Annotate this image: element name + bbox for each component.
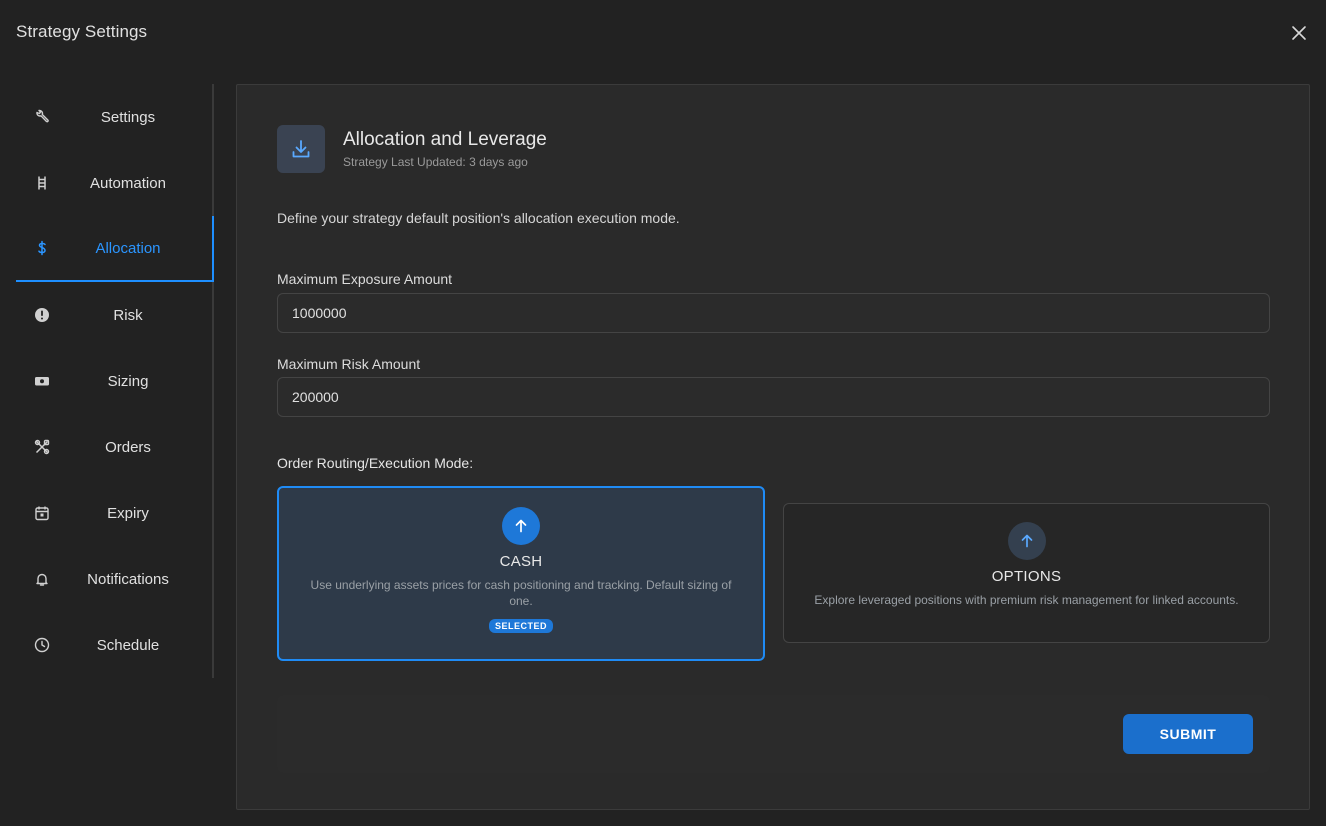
close-button[interactable]: [1288, 22, 1310, 44]
page-title: Allocation and Leverage: [343, 129, 547, 150]
options-mode-description: Explore leveraged positions with premium…: [814, 593, 1239, 607]
page-description: Define your strategy default position's …: [277, 210, 680, 226]
sidebar-item-orders[interactable]: Orders: [16, 414, 212, 480]
sidebar-item-settings[interactable]: Settings: [16, 84, 212, 150]
sidebar-item-sizing[interactable]: Sizing: [16, 348, 212, 414]
max-exposure-label: Maximum Exposure Amount: [277, 271, 453, 287]
selected-badge: SELECTED: [488, 619, 553, 633]
last-updated-text: Strategy Last Updated: 3 days ago: [343, 155, 528, 169]
sidebar-item-label: Notifications: [87, 570, 169, 588]
max-exposure-input[interactable]: [277, 293, 1270, 333]
sidebar-item-label: Risk: [113, 306, 143, 324]
sidebar-item-label: Allocation: [95, 239, 161, 257]
footer-bar: [277, 695, 1270, 773]
routing-mode-label: Order Routing/Execution Mode:: [277, 455, 474, 471]
sidebar-item-notifications[interactable]: Notifications: [16, 546, 212, 612]
cash-mode-title: CASH: [499, 553, 543, 570]
sidebar-item-allocation[interactable]: Allocation: [16, 216, 214, 282]
sidebar-item-risk[interactable]: Risk: [16, 282, 212, 348]
allocation-panel: Allocation and Leverage Strategy Last Up…: [236, 84, 1310, 810]
sidebar-item-expiry[interactable]: Expiry: [16, 480, 212, 546]
dialog-title: Strategy Settings: [16, 22, 148, 41]
sidebar-item-label: Automation: [90, 174, 166, 192]
close-icon[interactable]: [1291, 25, 1307, 41]
sidebar-item-schedule[interactable]: Schedule: [16, 612, 212, 678]
sidebar-item-label: Schedule: [96, 636, 160, 654]
sidebar-item-label: Orders: [105, 438, 151, 456]
options-mode-card[interactable]: OPTIONS Explore leveraged positions with…: [783, 503, 1270, 643]
download-icon: [292, 140, 310, 158]
sidebar-item-automation[interactable]: Automation: [16, 150, 212, 216]
max-risk-label: Maximum Risk Amount: [277, 356, 421, 372]
sidebar-item-label: Expiry: [107, 504, 149, 522]
submit-button[interactable]: SUBMIT: [1123, 714, 1253, 754]
cash-mode-description: Use underlying assets prices for cash po…: [310, 578, 732, 608]
sidebar-item-label: Sizing: [107, 372, 149, 390]
arrow-up-icon: [502, 507, 540, 545]
header-icon-box: [277, 125, 325, 173]
arrow-up-icon: [1007, 522, 1046, 560]
max-risk-input[interactable]: [277, 377, 1270, 417]
sidebar: Settings Automation Allocation Risk Sizi…: [16, 84, 214, 678]
sidebar-item-label: Settings: [100, 108, 156, 126]
options-mode-title: OPTIONS: [991, 568, 1062, 585]
cash-mode-card[interactable]: CASH Use underlying assets prices for ca…: [277, 486, 765, 661]
